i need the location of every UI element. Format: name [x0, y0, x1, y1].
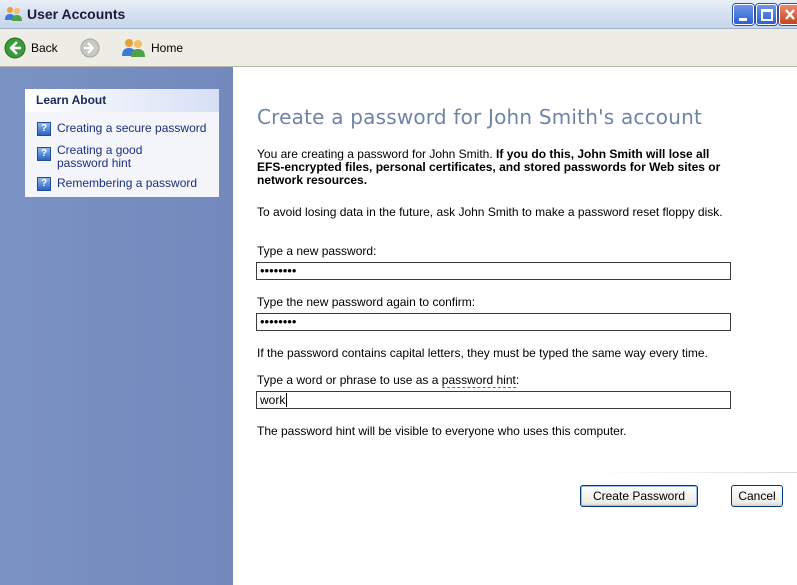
forward-button[interactable] — [80, 38, 100, 61]
forward-arrow-icon — [80, 38, 100, 58]
password-hint-label: Type a word or phrase to use as a passwo… — [257, 373, 520, 388]
password-hint-value: work — [260, 393, 286, 407]
text-cursor — [286, 393, 288, 407]
confirm-password-input[interactable]: •••••••• — [256, 313, 731, 331]
title-bar: User Accounts — [0, 0, 797, 29]
home-users-icon — [122, 39, 145, 57]
maximize-icon — [761, 9, 773, 21]
navigation-toolbar: Back Home — [0, 29, 797, 67]
sidebar-item-secure-password[interactable]: ? Creating a secure password — [37, 122, 215, 136]
home-button[interactable]: Home — [122, 36, 183, 60]
learn-about-heading: Learn About — [25, 89, 219, 112]
intro-normal-text: You are creating a password for John Smi… — [257, 147, 497, 161]
minimize-icon — [739, 18, 747, 21]
new-password-value: •••••••• — [260, 263, 297, 278]
confirm-password-label: Type the new password again to confirm: — [257, 295, 476, 309]
new-password-input[interactable]: •••••••• — [256, 262, 731, 280]
home-label: Home — [151, 41, 184, 55]
minimize-button[interactable] — [733, 4, 754, 25]
back-button[interactable]: Back — [4, 36, 58, 60]
capital-letters-note: If the password contains capital letters… — [257, 346, 708, 360]
back-label: Back — [31, 41, 58, 55]
hint-label-suffix: : — [515, 373, 520, 387]
help-icon: ? — [37, 122, 51, 136]
close-icon — [785, 9, 795, 20]
new-password-label: Type a new password: — [257, 244, 377, 258]
sidebar: Learn About ? Creating a secure password… — [0, 67, 233, 585]
sidebar-item-label: Creating a good password hint — [57, 143, 143, 170]
hint-label-prefix: Type a word or phrase to use as a — [257, 373, 442, 387]
maximize-button[interactable] — [756, 4, 777, 25]
sidebar-item-remembering-password[interactable]: ? Remembering a password — [37, 177, 215, 191]
password-hint-input[interactable]: work — [256, 391, 731, 409]
close-button[interactable] — [779, 4, 797, 25]
help-icon: ? — [37, 177, 51, 191]
sidebar-item-label: Remembering a password — [57, 176, 198, 190]
intro-text: You are creating a password for John Smi… — [257, 148, 732, 187]
page-title: Create a password for John Smith's accou… — [257, 105, 703, 129]
back-arrow-icon — [4, 37, 26, 59]
hint-visibility-note: The password hint will be visible to eve… — [257, 424, 627, 438]
user-accounts-icon — [5, 6, 23, 22]
sidebar-item-label: Creating a secure password — [57, 121, 207, 135]
window-title: User Accounts — [27, 6, 126, 22]
main-content: Create a password for John Smith's accou… — [233, 67, 797, 585]
confirm-password-value: •••••••• — [260, 314, 297, 329]
button-divider — [589, 472, 797, 473]
help-icon: ? — [37, 147, 51, 161]
reset-disk-note: To avoid losing data in the future, ask … — [257, 205, 723, 219]
cancel-button[interactable]: Cancel — [731, 485, 783, 507]
password-hint-link[interactable]: password hint — [441, 373, 516, 388]
create-password-button[interactable]: Create Password — [580, 485, 698, 507]
learn-about-panel: Learn About ? Creating a secure password… — [25, 89, 219, 197]
sidebar-item-password-hint[interactable]: ? Creating a good password hint — [37, 144, 197, 170]
